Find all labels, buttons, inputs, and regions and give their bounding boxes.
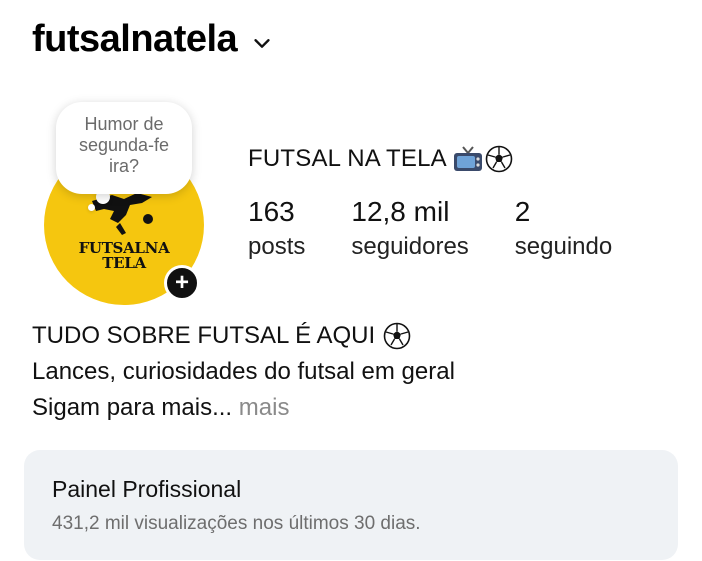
display-name: FUTSAL NA TELA bbox=[248, 145, 447, 172]
soccer-ball-icon bbox=[383, 322, 411, 350]
note-bubble[interactable]: Humor de segunda-fe ira? bbox=[56, 102, 192, 194]
stat-posts[interactable]: 163 posts bbox=[248, 195, 305, 265]
add-story-button[interactable]: + bbox=[164, 265, 200, 301]
note-bubble-dot-small bbox=[88, 204, 95, 211]
professional-dashboard-subtitle: 431,2 mil visualizações nos últimos 30 d… bbox=[52, 513, 421, 534]
professional-dashboard-card[interactable]: Painel Profissional 431,2 mil visualizaç… bbox=[24, 450, 678, 560]
bio-line-2: Lances, curiosidades do futsal em geral bbox=[32, 358, 455, 385]
bio-line-3: Sigam para mais... mais bbox=[32, 390, 455, 426]
stat-posts-value: 163 bbox=[248, 196, 295, 227]
bio-more-link[interactable]: mais bbox=[239, 390, 290, 426]
note-line-2: segunda-fe bbox=[78, 135, 170, 155]
bio-ellipsis: ... bbox=[212, 394, 233, 421]
note-line-3: ira? bbox=[108, 156, 139, 176]
stat-followers-value: 12,8 mil bbox=[351, 196, 450, 227]
stat-following[interactable]: 2 seguindo bbox=[515, 195, 612, 265]
display-name-row: FUTSAL NA TELA bbox=[248, 145, 513, 173]
stat-following-label: seguindo bbox=[514, 233, 613, 260]
soccer-ball-icon bbox=[485, 145, 513, 173]
tv-icon bbox=[453, 146, 482, 171]
chevron-down-icon[interactable] bbox=[251, 32, 273, 54]
profile-stats: 163 posts 12,8 mil seguidores 2 seguindo bbox=[248, 195, 658, 265]
username[interactable]: futsalnatela bbox=[32, 18, 238, 61]
bio: TUDO SOBRE FUTSAL É AQUI Lances, curiosi… bbox=[32, 318, 455, 426]
plus-icon: + bbox=[174, 269, 189, 296]
bio-text-1: TUDO SOBRE FUTSAL É AQUI bbox=[32, 322, 376, 349]
stat-followers[interactable]: 12,8 mil seguidores bbox=[351, 195, 468, 265]
profile-header: futsalnatela bbox=[32, 18, 273, 61]
player-logo-icon bbox=[92, 193, 153, 235]
note-line-1: Humor de bbox=[84, 114, 164, 134]
bio-text-3: Sigam para mais bbox=[32, 394, 213, 421]
professional-dashboard-title: Painel Profissional bbox=[52, 476, 242, 502]
stat-posts-label: posts bbox=[248, 233, 306, 260]
bio-line-1: TUDO SOBRE FUTSAL É AQUI bbox=[32, 318, 455, 354]
stat-followers-label: seguidores bbox=[351, 233, 469, 260]
stat-following-value: 2 bbox=[514, 196, 531, 227]
